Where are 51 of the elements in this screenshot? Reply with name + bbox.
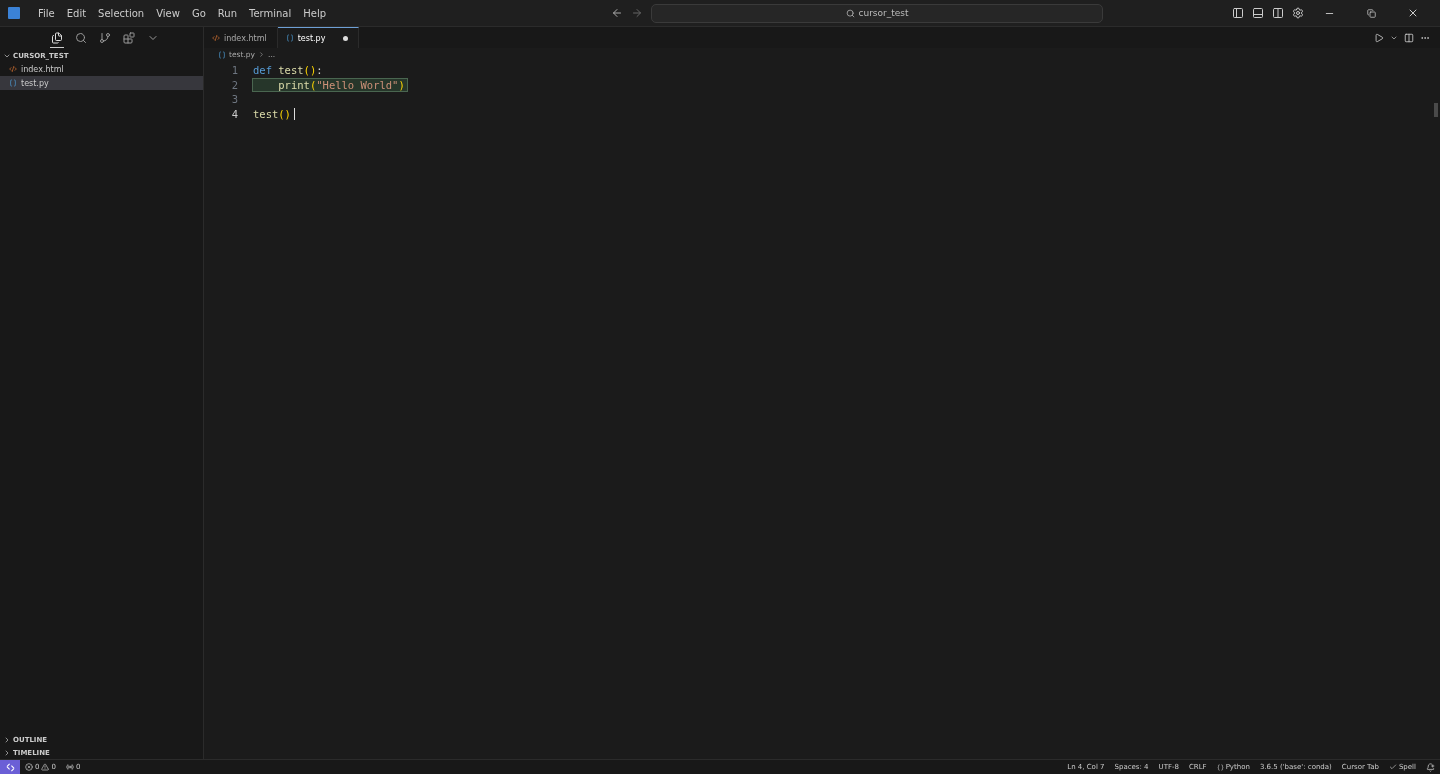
python-file-icon <box>218 50 226 59</box>
remote-icon <box>5 762 15 772</box>
code-file-icon <box>212 34 220 42</box>
code-line: def test(): <box>252 63 324 78</box>
scrollbar-thumb[interactable] <box>1434 103 1438 117</box>
tree-item[interactable]: test.py <box>0 76 203 90</box>
chevron-right-icon[interactable] <box>3 748 11 757</box>
run-icon[interactable] <box>1374 32 1384 43</box>
line-number: 2 <box>230 78 239 91</box>
editor-tab[interactable]: test.py <box>277 27 360 48</box>
braces-icon <box>1216 763 1224 771</box>
chevron-right-icon[interactable] <box>3 735 11 744</box>
menu-item[interactable]: Edit <box>60 7 93 19</box>
line-number: 3 <box>230 93 239 106</box>
explorer-icon[interactable] <box>51 31 63 44</box>
tree-item[interactable]: index.html <box>0 62 203 76</box>
check-icon <box>1388 763 1397 771</box>
ports-icon <box>65 763 74 771</box>
search-icon[interactable] <box>75 31 87 44</box>
code-file-icon <box>9 65 17 73</box>
split-layout-icon[interactable] <box>1272 7 1284 19</box>
text-cursor <box>293 107 295 120</box>
branch-icon[interactable] <box>99 31 111 44</box>
sidebar-toggle-icon[interactable] <box>1232 7 1244 19</box>
python-file-icon <box>9 79 17 87</box>
chevron-right-icon <box>258 51 265 58</box>
code-line: test() <box>252 106 292 121</box>
back-arrow-icon[interactable] <box>611 7 624 19</box>
menu-item[interactable]: Go <box>185 7 212 19</box>
warning-icon <box>41 763 50 771</box>
error-icon <box>25 763 33 771</box>
split-editor-icon[interactable] <box>1404 32 1414 43</box>
line-number: 1 <box>230 64 239 77</box>
extensions-icon[interactable] <box>123 31 135 44</box>
line-number: 4 <box>230 107 239 120</box>
menu-item[interactable]: File <box>32 7 61 19</box>
menu-item[interactable]: Run <box>211 7 243 19</box>
python-file-icon <box>285 34 294 42</box>
search-icon <box>845 8 855 18</box>
menu-item[interactable]: Selection <box>92 7 151 19</box>
menu-item[interactable]: Help <box>297 7 333 19</box>
menu-item[interactable]: View <box>150 7 186 19</box>
panel-toggle-icon[interactable] <box>1252 7 1264 19</box>
restore-icon[interactable] <box>1366 8 1376 18</box>
search-field[interactable]: cursor_test <box>651 3 1104 23</box>
settings-icon[interactable] <box>1292 7 1304 19</box>
remote-button[interactable] <box>0 760 20 774</box>
close-icon[interactable] <box>1407 7 1419 19</box>
app-logo-icon <box>8 7 20 19</box>
notification-icon[interactable] <box>1426 762 1435 772</box>
menu-item[interactable]: Terminal <box>243 7 298 19</box>
